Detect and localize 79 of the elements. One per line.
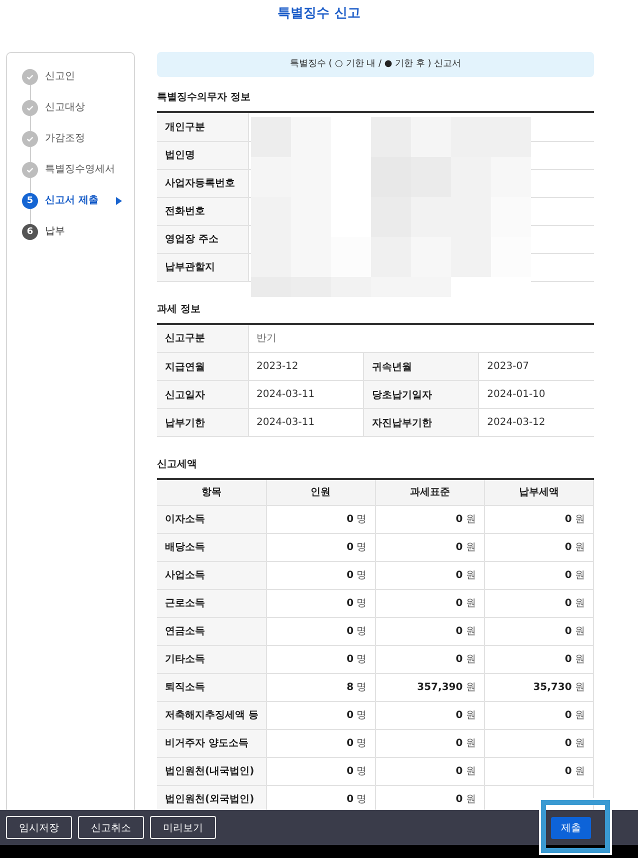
table-cell: 0 명 <box>266 533 376 561</box>
table-cell: 연금소득 <box>157 617 266 645</box>
table-cell: 이자소득 <box>157 505 266 533</box>
table-cell: 0 원 <box>375 561 484 589</box>
table-cell: 0 원 <box>484 757 594 785</box>
table-cell: 2024-03-12 <box>478 408 594 436</box>
table-cell: 8 명 <box>266 673 376 701</box>
table-cell: 퇴직소득 <box>157 673 266 701</box>
table-cell: 비거주자 양도소득 <box>157 729 266 757</box>
table-cell: 0 명 <box>266 589 376 617</box>
action-button[interactable]: 미리보기 <box>150 816 216 839</box>
table-cell: 357,390 원 <box>375 673 484 701</box>
table-cell: 0 원 <box>375 757 484 785</box>
highlight-frame <box>541 800 610 853</box>
table-cell: 납부관할지 <box>157 253 248 281</box>
table-cell: 0 명 <box>266 701 376 729</box>
step-number: 5 <box>22 193 38 209</box>
table-cell: 0 명 <box>266 757 376 785</box>
play-icon <box>116 197 122 205</box>
table-cell: 0 명 <box>266 617 376 645</box>
table-cell: 0 원 <box>375 729 484 757</box>
table-cell: 영업장 주소 <box>157 225 248 253</box>
table-cell: 35,730 원 <box>484 673 594 701</box>
table-cell: 지급연월 <box>157 352 248 380</box>
table-cell: 납부기한 <box>157 408 248 436</box>
step-item[interactable]: 가감조정 <box>22 131 134 162</box>
page-title: 특별징수 신고 <box>276 5 362 23</box>
table-cell: 신고일자 <box>157 380 248 408</box>
table-cell: 기타소득 <box>157 645 266 673</box>
step-number: 6 <box>22 224 38 240</box>
table-cell: 0 원 <box>375 617 484 645</box>
table-cell: 사업자등록번호 <box>157 169 248 197</box>
table-cell: 배당소득 <box>157 533 266 561</box>
table-cell: 법인명 <box>157 141 248 169</box>
column-header: 인원 <box>266 480 376 505</box>
notice-banner: 특별징수 ( ○ 기한 내 / ● 기한 후 ) 신고서 <box>157 52 594 77</box>
table-cell: 0 원 <box>484 729 594 757</box>
table-cell: 0 원 <box>375 533 484 561</box>
step-item[interactable]: 신고대상 <box>22 100 134 131</box>
column-header: 납부세액 <box>484 480 594 505</box>
column-header: 과세표준 <box>375 480 484 505</box>
table-cell: 0 원 <box>375 505 484 533</box>
table-cell: 신고구분 <box>157 324 248 352</box>
table-cell: 사업소득 <box>157 561 266 589</box>
table-cell: 0 명 <box>266 561 376 589</box>
action-button[interactable]: 임시저장 <box>6 816 72 839</box>
table-cell: 법인원천(내국법인) <box>157 757 266 785</box>
table-cell: 0 원 <box>375 701 484 729</box>
table-cell: 2024-03-11 <box>248 408 364 436</box>
table-cell: 2024-01-10 <box>478 380 594 408</box>
table-cell: 당초납기일자 <box>363 380 479 408</box>
table-cell: 저축해지추징세액 등 <box>157 701 266 729</box>
table-cell: 전화번호 <box>157 197 248 225</box>
table-cell: 2023-12 <box>248 352 364 380</box>
table-cell: 개인구분 <box>157 113 248 141</box>
action-button[interactable]: 신고취소 <box>78 816 144 839</box>
table-cell: 0 명 <box>266 645 376 673</box>
table-cell: 0 명 <box>266 729 376 757</box>
table-cell: 0 원 <box>484 617 594 645</box>
step-item[interactable]: 신고인 <box>22 69 134 100</box>
table-cell: 0 명 <box>266 505 376 533</box>
table-cell: 0 원 <box>484 589 594 617</box>
step-item[interactable]: 5 신고서 제출 <box>22 193 134 224</box>
table-cell: 0 원 <box>484 561 594 589</box>
step-item[interactable]: 6 납부 <box>22 224 134 255</box>
step-item[interactable]: 특별징수영세서 <box>22 162 134 193</box>
table-cell: 2024-03-11 <box>248 380 364 408</box>
table-cell: 0 원 <box>484 505 594 533</box>
table-cell: 근로소득 <box>157 589 266 617</box>
table-cell: 0 원 <box>375 589 484 617</box>
table-cell: 0 원 <box>375 645 484 673</box>
table-cell: 0 원 <box>484 701 594 729</box>
table-cell: 자진납부기한 <box>363 408 479 436</box>
submit-button[interactable]: 제출 <box>551 816 591 838</box>
column-header: 항목 <box>157 480 266 505</box>
table-cell: 0 원 <box>484 645 594 673</box>
table-cell: 0 원 <box>484 533 594 561</box>
table-cell: 귀속년월 <box>363 352 479 380</box>
table-cell: 2023-07 <box>478 352 594 380</box>
